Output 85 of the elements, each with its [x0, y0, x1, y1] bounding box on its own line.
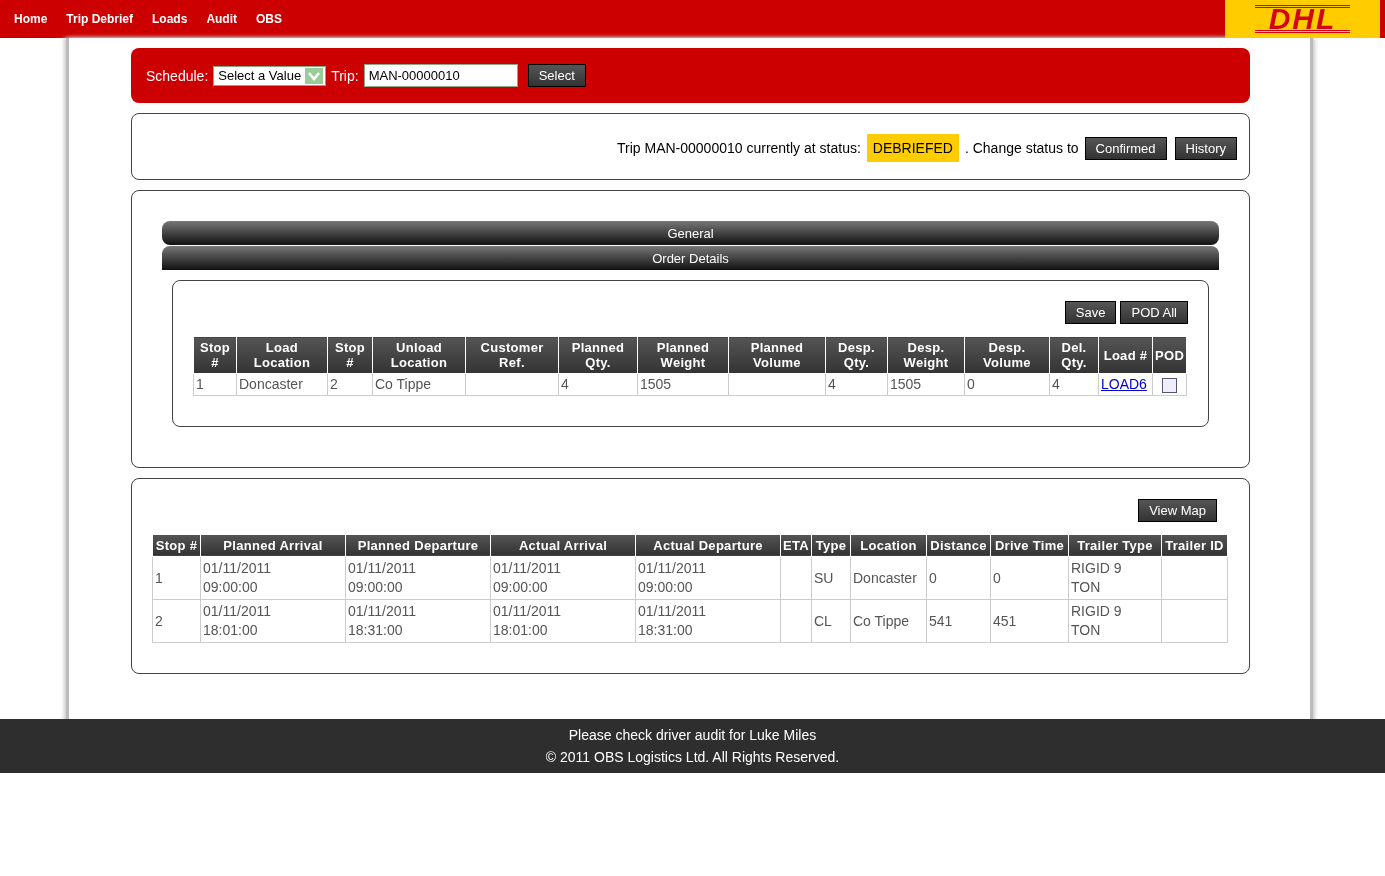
footer-text: Please check driver audit for Luke Miles [568, 727, 817, 743]
column-header: Actual Arrival [490, 534, 636, 557]
table-cell [1161, 556, 1228, 600]
change-status-text: . Change status to [964, 140, 1079, 156]
nav-link[interactable]: Trip Debrief [66, 12, 134, 26]
column-header: Actual Departure [635, 534, 781, 557]
column-header: Planned Arrival [200, 534, 346, 557]
table-cell [780, 556, 812, 600]
table-cell: 4 [825, 373, 888, 396]
table-cell: 01/11/2011 09:00:00 [200, 556, 346, 600]
table-cell: Co Tippe [850, 599, 927, 643]
schedule-dropdown[interactable]: Select a Value [213, 65, 327, 86]
table-cell: 1505 [637, 373, 729, 396]
column-header: Planned Qty. [558, 336, 638, 374]
column-header: Stop # [327, 336, 373, 374]
table-cell: 0 [990, 556, 1069, 600]
table-cell [1161, 599, 1228, 643]
table-cell: 01/11/2011 18:01:00 [200, 599, 346, 643]
logo-text: DHL [1254, 5, 1351, 33]
status-button[interactable]: Confirmed [1084, 136, 1167, 160]
column-header: Desp. Weight [887, 336, 965, 374]
caret-icon [305, 67, 324, 84]
table-cell: CL [811, 599, 851, 643]
table-cell: RIGID 9 TON [1068, 599, 1162, 643]
column-header: Distance [926, 534, 991, 557]
table-cell: Doncaster [236, 373, 328, 396]
column-header: Type [811, 534, 851, 557]
table-cell: 01/11/2011 18:31:00 [345, 599, 491, 643]
status-text: Trip MAN-00000010 currently at status: [617, 140, 861, 156]
table-cell: Co Tippe [372, 373, 466, 396]
table-cell: 1 [193, 373, 237, 396]
nav-link[interactable]: Home [14, 12, 48, 26]
table-cell: 0 [964, 373, 1050, 396]
column-header: Load # [1098, 336, 1153, 374]
column-header: Drive Time [990, 534, 1069, 557]
pod-checkbox[interactable] [1162, 377, 1178, 393]
table-cell: 451 [990, 599, 1069, 643]
column-header: Trailer Type [1068, 534, 1162, 557]
table-cell: 0 [926, 556, 991, 600]
column-header: Stop # [152, 534, 201, 557]
table-cell: Doncaster [850, 556, 927, 600]
column-header: Location [850, 534, 927, 557]
column-header: Planned Weight [637, 336, 729, 374]
column-header: Customer Ref. [465, 336, 559, 374]
table-cell: 01/11/2011 09:00:00 [345, 556, 491, 600]
table-cell: SU [811, 556, 851, 600]
status-button[interactable]: History [1174, 136, 1237, 160]
table-cell: 01/11/2011 09:00:00 [635, 556, 781, 600]
status-badge: DEBRIEFED [866, 134, 959, 162]
table-cell: 1 [152, 556, 201, 600]
column-header: POD [1152, 336, 1187, 374]
table-cell: 541 [926, 599, 991, 643]
column-header: Load Location [236, 336, 328, 374]
trip-label: Trip: [331, 67, 359, 84]
column-header: Planned Volume [728, 336, 826, 374]
table-cell [780, 599, 812, 643]
table-cell: 01/11/2011 09:00:00 [490, 556, 636, 600]
column-header: Desp. Volume [964, 336, 1050, 374]
table-cell: 1505 [887, 373, 965, 396]
nav-link[interactable]: Loads [152, 12, 188, 26]
select-button[interactable]: Select [527, 64, 586, 87]
table-cell: 01/11/2011 18:01:00 [490, 599, 636, 643]
table-cell: 4 [558, 373, 638, 396]
table-cell: 4 [1049, 373, 1099, 396]
order-button[interactable]: Save [1064, 301, 1117, 324]
nav-link[interactable]: Audit [206, 12, 238, 26]
column-header: ETA [780, 534, 812, 557]
order-button[interactable]: POD All [1120, 301, 1188, 324]
column-header: Stop # [193, 336, 237, 374]
column-header: Planned Departure [345, 534, 491, 557]
column-header: Trailer ID [1161, 534, 1228, 557]
nav-link[interactable]: OBS [256, 12, 283, 26]
trip-field[interactable]: MAN-00000010 [363, 64, 518, 87]
accordion-header[interactable]: General [162, 221, 1219, 245]
table-cell: RIGID 9 TON [1068, 556, 1162, 600]
column-header: Del. Qty. [1049, 336, 1099, 374]
schedule-label: Schedule: [146, 67, 209, 84]
table-cell: 01/11/2011 18:31:00 [635, 599, 781, 643]
column-header: Unload Location [372, 336, 466, 374]
column-header: Desp. Qty. [825, 336, 888, 374]
view-map-button[interactable]: View Map [1138, 498, 1217, 522]
accordion-header[interactable]: Order Details [162, 246, 1219, 270]
table-cell: 2 [327, 373, 373, 396]
footer-text: © 2011 OBS Logistics Ltd. All Rights Reserved. [545, 749, 840, 765]
table-cell: 2 [152, 599, 201, 643]
